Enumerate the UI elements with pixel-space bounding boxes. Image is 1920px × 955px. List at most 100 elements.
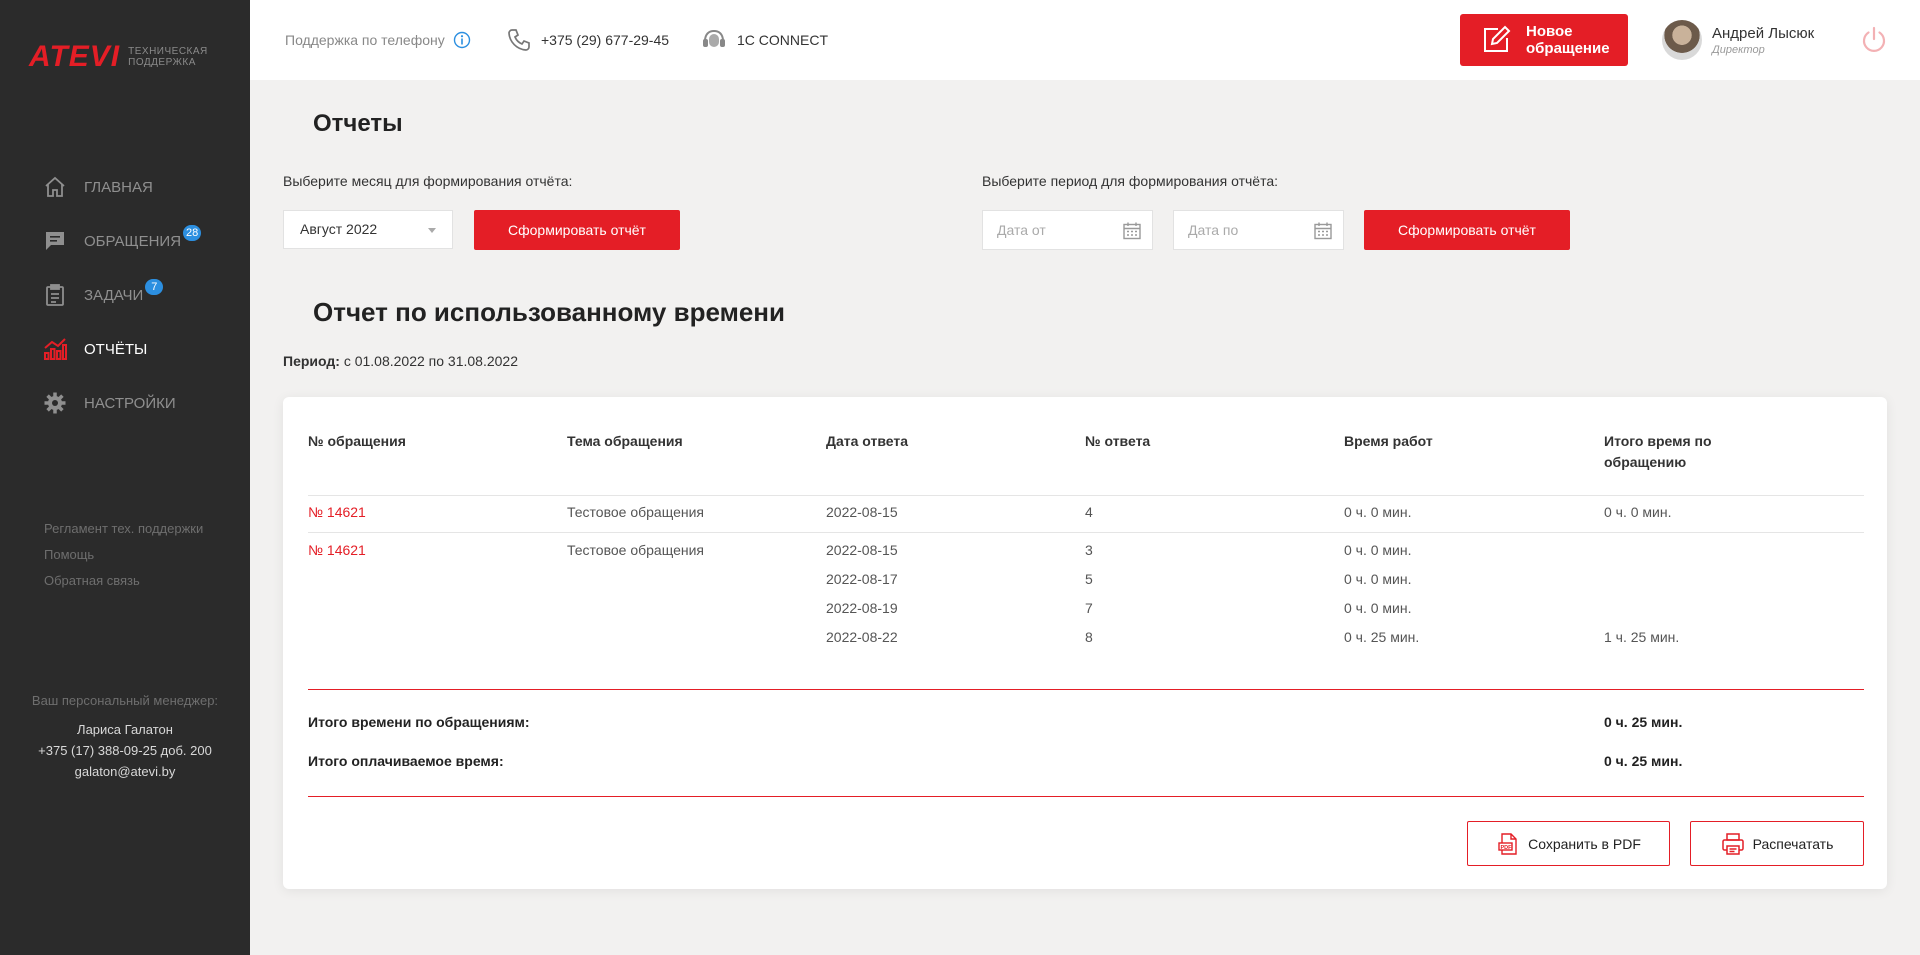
divider — [308, 532, 1864, 533]
period-label: Период: — [283, 353, 340, 369]
connect-label: 1С CONNECT — [737, 32, 829, 48]
total-time: 0 ч. 0 мин. — [1604, 504, 1672, 520]
answer-number: 4 — [1085, 504, 1093, 520]
request-topic: Тестовое обращения — [567, 542, 704, 558]
home-icon — [42, 174, 68, 200]
date-to-field[interactable]: Дата по — [1173, 210, 1344, 250]
link-help[interactable]: Помощь — [44, 542, 203, 568]
work-time: 0 ч. 0 мин. — [1344, 504, 1412, 520]
total-value: 0 ч. 25 мин. — [1604, 714, 1683, 730]
new-request-line1: Новое — [1526, 23, 1573, 40]
support-label: Поддержка по телефону — [285, 32, 445, 48]
logo-mark: ATEVI — [29, 40, 121, 73]
requests-count-badge: 28 — [183, 225, 202, 241]
work-time: 0 ч. 0 мин. — [1344, 571, 1412, 587]
support-phone-label: Поддержка по телефону — [285, 0, 471, 80]
sidebar-item-label: НАСТРОЙКИ — [84, 394, 176, 412]
column-header-request-id: № обращения — [308, 433, 406, 449]
month-select-value: Август 2022 — [300, 221, 378, 237]
answer-number: 8 — [1085, 629, 1093, 645]
headset-icon — [701, 28, 727, 52]
sidebar-item-tasks[interactable]: ЗАДАЧИ 7 — [0, 268, 250, 322]
info-icon[interactable] — [453, 31, 471, 49]
user-role: Директор — [1712, 43, 1765, 56]
phone-number: +375 (29) 677-29-45 — [541, 32, 670, 48]
link-support-rules[interactable]: Регламент тех. поддержки — [44, 516, 203, 542]
answer-date: 2022-08-19 — [826, 600, 898, 616]
report-title: Отчет по использованному времени — [313, 297, 785, 327]
gear-icon — [42, 390, 68, 416]
user-info: Андрей Лысюк Директор — [1712, 25, 1814, 56]
date-from-placeholder: Дата от — [997, 222, 1046, 238]
logo-subtitle: ТЕХНИЧЕСКАЯ ПОДДЕРЖКА — [128, 46, 208, 68]
answer-date: 2022-08-22 — [826, 629, 898, 645]
month-select[interactable]: Август 2022 — [283, 210, 453, 249]
sidebar-item-home[interactable]: ГЛАВНАЯ — [0, 160, 250, 214]
answer-date: 2022-08-15 — [826, 504, 898, 520]
phone-contact[interactable]: +375 (29) 677-29-45 — [507, 0, 669, 80]
request-link[interactable]: № 14621 — [308, 504, 366, 520]
print-button[interactable]: Распечатать — [1690, 821, 1864, 866]
save-pdf-button[interactable]: PDF Сохранить в PDF — [1467, 821, 1670, 866]
sidebar-item-label: ГЛАВНАЯ — [84, 178, 153, 196]
period-value: с 01.08.2022 по 31.08.2022 — [343, 353, 519, 369]
manager-email[interactable]: galaton@atevi.by — [0, 761, 250, 782]
date-from-field[interactable]: Дата от — [982, 210, 1153, 250]
column-header-answer-date: Дата ответа — [826, 433, 909, 449]
user-name: Андрей Лысюк — [1712, 24, 1815, 42]
generate-month-report-button[interactable]: Сформировать отчёт — [474, 210, 680, 250]
column-header-answer-number: № ответа — [1085, 433, 1151, 449]
report-card: № обращения Тема обращения Дата ответа №… — [283, 397, 1887, 889]
generate-period-report-button[interactable]: Сформировать отчёт — [1364, 210, 1570, 250]
phone-icon — [507, 28, 531, 52]
calendar-icon[interactable] — [1313, 221, 1333, 244]
sidebar-item-reports[interactable]: ОТЧЁТЫ — [0, 322, 250, 376]
answer-number: 5 — [1085, 571, 1093, 587]
sidebar-item-label: ЗАДАЧИ — [84, 286, 144, 304]
answer-number: 3 — [1085, 542, 1093, 558]
answer-date: 2022-08-17 — [826, 571, 898, 587]
totals-divider — [308, 689, 1864, 690]
tasks-count-badge: 7 — [145, 279, 164, 295]
answer-date: 2022-08-15 — [826, 542, 898, 558]
column-header-total-line2: обращению — [1604, 454, 1687, 470]
billable-value: 0 ч. 25 мин. — [1604, 753, 1683, 769]
logo[interactable]: ATEVI ТЕХНИЧЕСКАЯ ПОДДЕРЖКА — [29, 40, 208, 74]
link-feedback[interactable]: Обратная связь — [44, 568, 203, 594]
pdf-icon: PDF — [1496, 832, 1528, 856]
billable-label: Итого оплачиваемое время: — [308, 753, 504, 769]
manager-name: Лариса Галатон — [77, 722, 173, 737]
divider — [308, 495, 1864, 496]
manager-phone: +375 (17) 388-09-25 доб. 200 — [38, 743, 212, 758]
new-request-line2: обращение — [1526, 40, 1610, 57]
chevron-down-icon — [428, 228, 436, 233]
total-time: 1 ч. 25 мин. — [1604, 629, 1680, 645]
request-link[interactable]: № 14621 — [308, 542, 366, 558]
new-request-button[interactable]: Новое обращение — [1460, 14, 1628, 66]
print-label: Распечатать — [1752, 835, 1834, 852]
request-topic: Тестовое обращения — [567, 504, 704, 520]
logo-subtitle-line2: ПОДДЕРЖКА — [128, 57, 196, 68]
column-header-work-time: Время работ — [1344, 433, 1433, 449]
total-label: Итого времени по обращениям: — [308, 714, 530, 730]
work-time: 0 ч. 0 мин. — [1344, 600, 1412, 616]
chart-icon — [42, 336, 68, 362]
save-pdf-label: Сохранить в PDF — [1528, 835, 1641, 852]
sidebar-item-settings[interactable]: НАСТРОЙКИ — [0, 376, 250, 430]
period-form-label: Выберите период для формирования отчёта: — [982, 173, 1279, 189]
chat-icon — [42, 228, 68, 254]
topbar: Поддержка по телефону +375 (29) 677-29-4… — [250, 0, 1920, 80]
calendar-icon[interactable] — [1122, 221, 1142, 244]
column-header-total-time: Итого время по обращению — [1604, 431, 1712, 473]
sidebar-item-requests[interactable]: ОБРАЩЕНИЯ 28 — [0, 214, 250, 268]
month-form-label: Выберите месяц для формирования отчёта: — [283, 173, 573, 189]
user-profile[interactable]: Андрей Лысюк Директор — [1662, 20, 1814, 60]
svg-text:PDF: PDF — [1501, 844, 1513, 850]
totals-divider — [308, 796, 1864, 797]
column-header-topic: Тема обращения — [567, 433, 683, 449]
work-time: 0 ч. 0 мин. — [1344, 542, 1412, 558]
connect-contact[interactable]: 1С CONNECT — [701, 0, 828, 80]
column-header-total-line1: Итого время по — [1604, 433, 1712, 449]
power-icon[interactable] — [1860, 26, 1888, 54]
clipboard-icon — [42, 282, 68, 308]
